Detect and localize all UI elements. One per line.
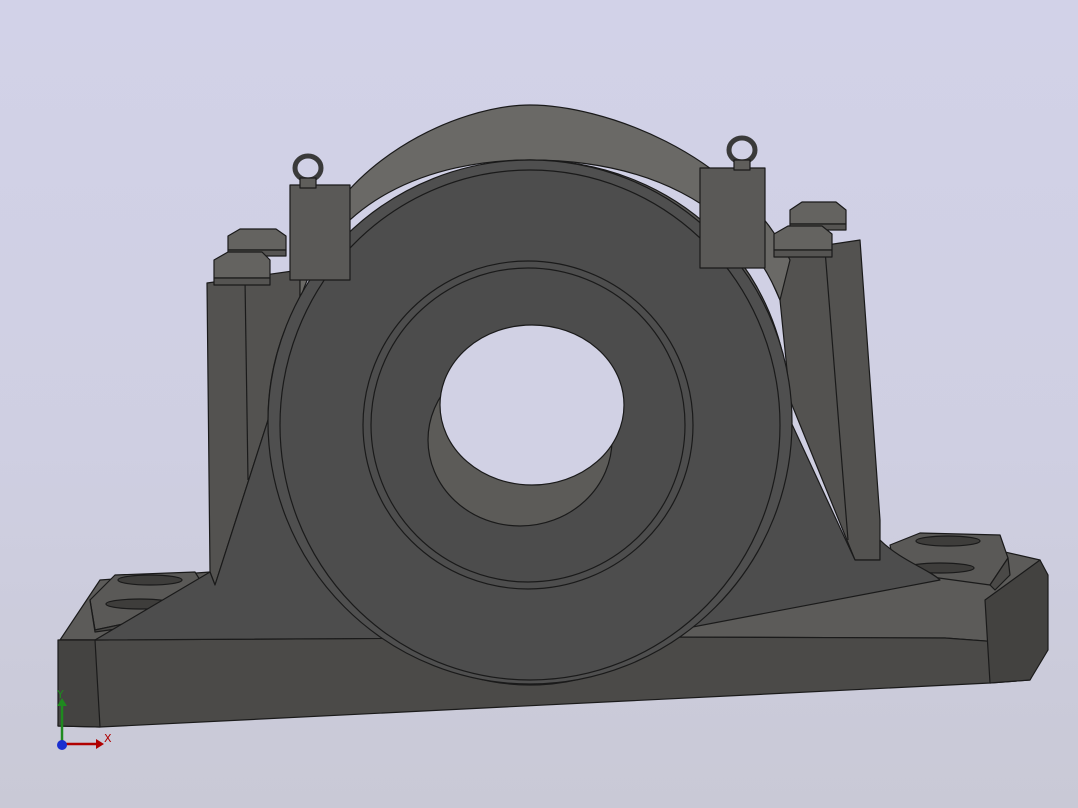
- z-axis-dot: [57, 740, 67, 750]
- y-axis-label: Y: [57, 688, 64, 701]
- graphics-viewport[interactable]: X Y: [0, 0, 1078, 808]
- x-axis-label: X: [104, 732, 112, 745]
- reference-triad: [57, 698, 104, 750]
- x-axis-arrowhead: [96, 739, 104, 749]
